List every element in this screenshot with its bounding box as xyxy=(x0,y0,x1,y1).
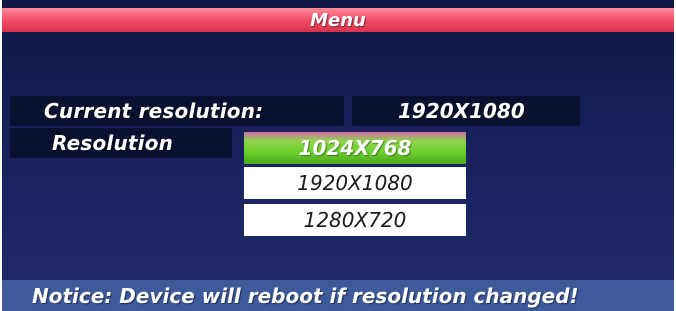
menu-title-bar: Menu xyxy=(2,8,674,32)
resolution-label: Resolution xyxy=(52,131,174,155)
menu-title: Menu xyxy=(310,9,366,31)
notice-bar: Notice: Device will reboot if resolution… xyxy=(2,280,674,311)
current-resolution-label: Current resolution: xyxy=(44,99,264,123)
current-resolution-value: 1920X1080 xyxy=(398,99,525,123)
resolution-option-label: 1920X1080 xyxy=(297,171,413,195)
resolution-option-label: 1280X720 xyxy=(303,208,407,232)
resolution-option-1280x720[interactable]: 1280X720 xyxy=(244,204,466,236)
resolution-option-label: 1024X768 xyxy=(298,136,412,160)
resolution-option-1024x768[interactable]: 1024X768 xyxy=(244,132,466,164)
tv-menu-screen: Menu Current resolution: 1920X1080 Resol… xyxy=(2,0,674,311)
resolution-option-1920x1080[interactable]: 1920X1080 xyxy=(244,167,466,199)
notice-text: Notice: Device will reboot if resolution… xyxy=(32,284,579,308)
